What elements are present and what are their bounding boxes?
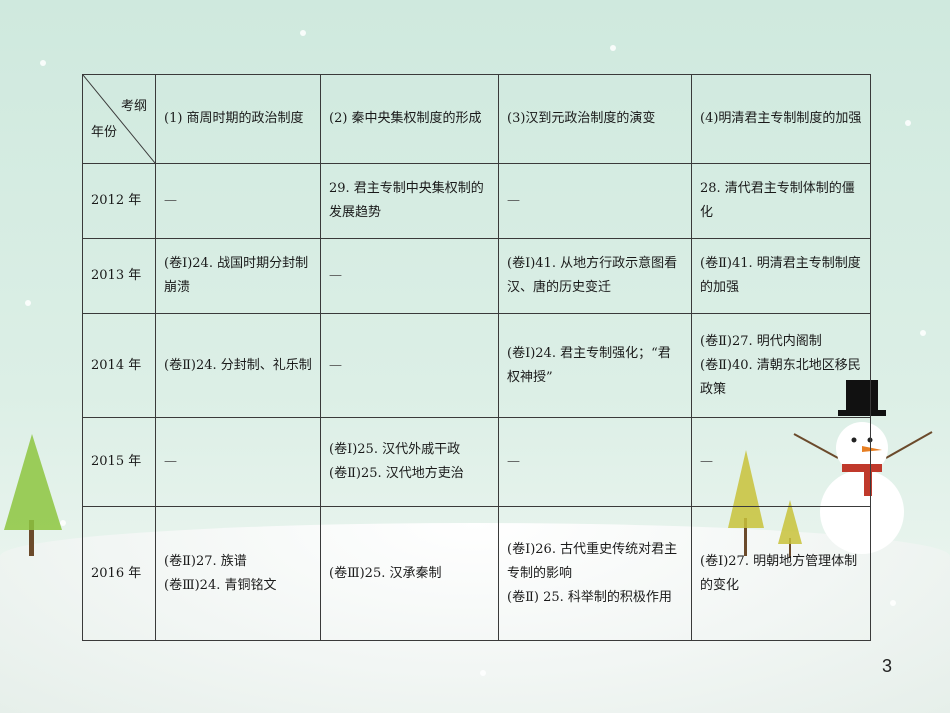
page-number: 3 xyxy=(881,656,892,676)
corner-label-syllabus: 考纲 xyxy=(120,99,147,114)
table-row: 2012 年 — 29. 君主专制中央集权制的发展趋势 — 28. 清代君主专制… xyxy=(82,163,871,239)
table-cell: (卷Ⅱ)24. 分封制、礼乐制 xyxy=(155,313,321,418)
table-cell: — xyxy=(320,313,499,418)
snowflake xyxy=(610,45,616,51)
header-cell-ming-qing: (4)明清君主专制制度的加强 xyxy=(691,74,871,164)
table-cell: (卷Ⅱ)41. 明清君主专制制度的加强 xyxy=(691,238,871,314)
table-row: 2016 年 (卷Ⅱ)27. 族谱 (卷Ⅲ)24. 青铜铭文 (卷Ⅲ)25. 汉… xyxy=(82,506,871,641)
table-cell: — xyxy=(498,163,692,239)
year-cell: 2014 年 xyxy=(82,313,156,418)
header-row: 考纲 年份 (1) 商周时期的政治制度 (2) 秦中央集权制度的形成 (3)汉到… xyxy=(82,74,871,164)
table-cell: — xyxy=(320,238,499,314)
year-cell: 2012 年 xyxy=(82,163,156,239)
table-cell: — xyxy=(155,417,321,507)
table-row: 2013 年 (卷Ⅰ)24. 战国时期分封制崩溃 — (卷Ⅰ)41. 从地方行政… xyxy=(82,238,871,314)
table-cell: — xyxy=(691,417,871,507)
snowflake xyxy=(40,60,46,66)
year-cell: 2013 年 xyxy=(82,238,156,314)
header-cell-shang-zhou: (1) 商周时期的政治制度 xyxy=(155,74,321,164)
snowflake xyxy=(905,120,911,126)
header-cell-qin: (2) 秦中央集权制度的形成 xyxy=(320,74,499,164)
table-cell: (卷Ⅰ)24. 君主专制强化；“君权神授” xyxy=(498,313,692,418)
christmas-tree-left-icon xyxy=(4,434,62,556)
table-row: 2015 年 — (卷Ⅰ)25. 汉代外戚干政 (卷Ⅱ)25. 汉代地方吏治 —… xyxy=(82,417,871,507)
table-cell: — xyxy=(155,163,321,239)
snowflake xyxy=(480,670,486,676)
table-cell: 29. 君主专制中央集权制的发展趋势 xyxy=(320,163,499,239)
diagonal-divider xyxy=(83,75,155,163)
year-cell: 2016 年 xyxy=(82,506,156,641)
table-cell: (卷Ⅰ)24. 战国时期分封制崩溃 xyxy=(155,238,321,314)
snowflake xyxy=(920,330,926,336)
table-cell: (卷Ⅱ)27. 族谱 (卷Ⅲ)24. 青铜铭文 xyxy=(155,506,321,641)
table-cell: (卷Ⅰ)26. 古代重史传统对君主专制的影响 (卷Ⅱ) 25. 科举制的积极作用 xyxy=(498,506,692,641)
table-cell: (卷Ⅰ)27. 明朝地方管理体制的变化 xyxy=(691,506,871,641)
corner-label-year: 年份 xyxy=(91,125,118,140)
table-cell: 28. 清代君主专制体制的僵化 xyxy=(691,163,871,239)
table-cell: (卷Ⅲ)25. 汉承秦制 xyxy=(320,506,499,641)
snowflake xyxy=(890,600,896,606)
table-row: 2014 年 (卷Ⅱ)24. 分封制、礼乐制 — (卷Ⅰ)24. 君主专制强化；… xyxy=(82,313,871,418)
table-cell: — xyxy=(498,417,692,507)
header-cell-han-yuan: (3)汉到元政治制度的演变 xyxy=(498,74,692,164)
snowflake xyxy=(25,300,31,306)
table-cell: (卷Ⅰ)25. 汉代外戚干政 (卷Ⅱ)25. 汉代地方吏治 xyxy=(320,417,499,507)
corner-header-cell: 考纲 年份 xyxy=(82,74,156,164)
year-cell: 2015 年 xyxy=(82,417,156,507)
table-cell: (卷Ⅱ)27. 明代内阁制 (卷Ⅱ)40. 清朝东北地区移民政策 xyxy=(691,313,871,418)
snowflake xyxy=(300,30,306,36)
table-cell: (卷Ⅰ)41. 从地方行政示意图看汉、唐的历史变迁 xyxy=(498,238,692,314)
exam-syllabus-table: 考纲 年份 (1) 商周时期的政治制度 (2) 秦中央集权制度的形成 (3)汉到… xyxy=(82,74,871,641)
